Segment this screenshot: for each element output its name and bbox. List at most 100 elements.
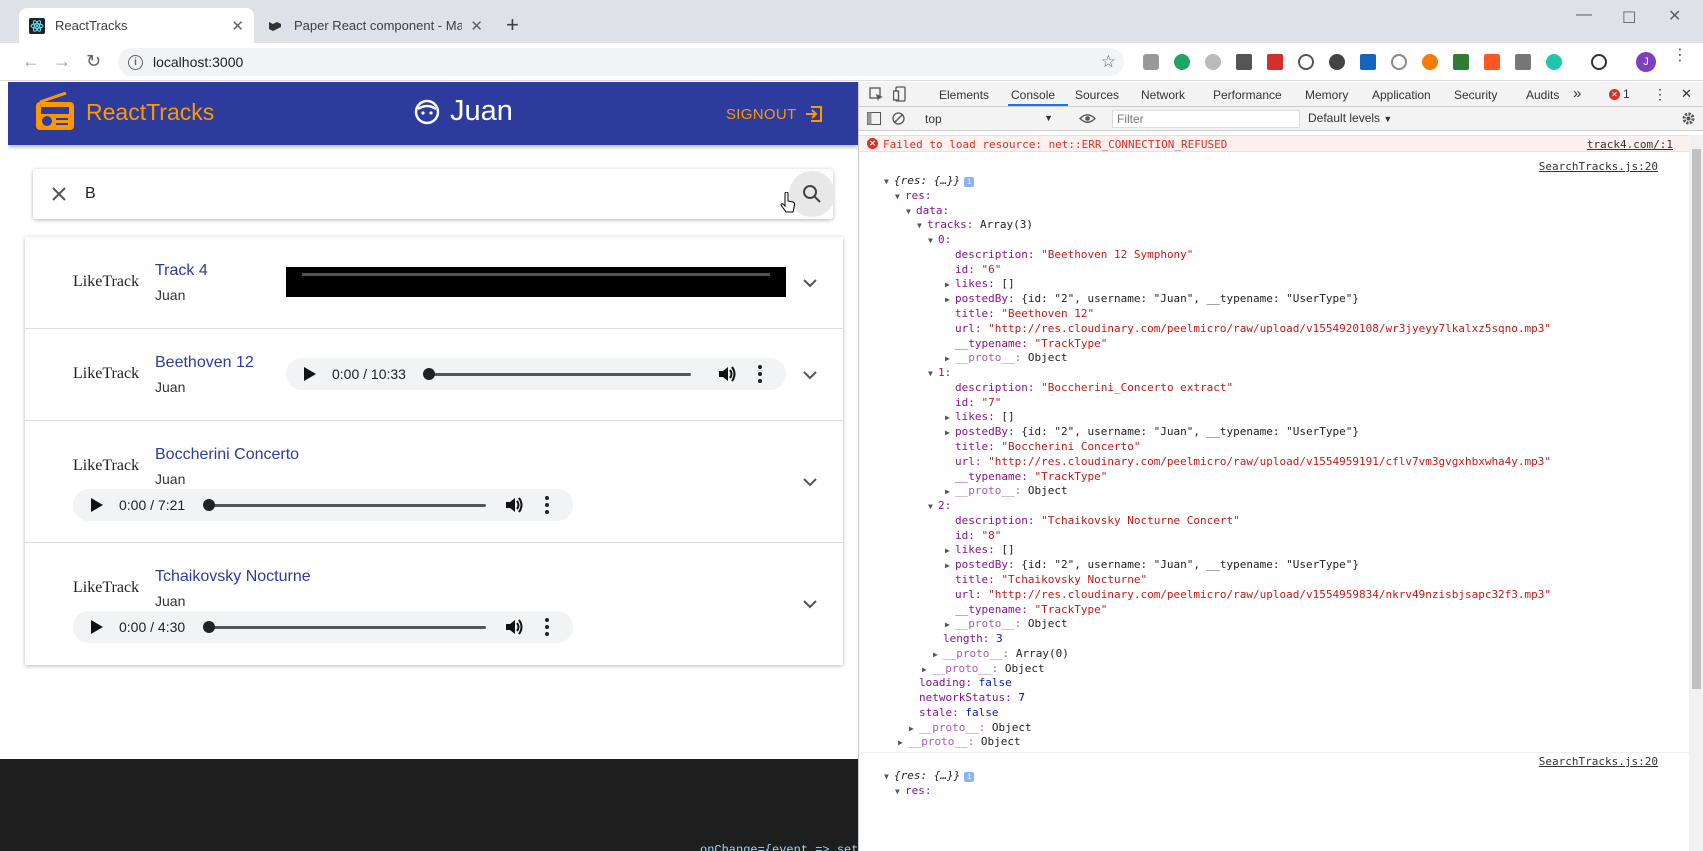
like-track[interactable]: LikeTrack bbox=[73, 457, 139, 475]
tree-node-index[interactable]: ▼ 1: bbox=[928, 365, 951, 382]
track-item[interactable]: LikeTrack Beethoven 12 Juan 0:00 / 10:33 bbox=[25, 329, 843, 421]
log-levels-select[interactable]: Default levels ▼ bbox=[1308, 111, 1392, 125]
extension-icon[interactable] bbox=[1546, 54, 1562, 70]
more-tabs-icon[interactable]: » bbox=[1573, 85, 1581, 102]
tab-audits[interactable]: Audits bbox=[1526, 88, 1559, 102]
tab-console[interactable]: Console bbox=[1011, 88, 1055, 102]
like-track[interactable]: LikeTrack bbox=[73, 365, 139, 383]
gear-icon[interactable] bbox=[1681, 111, 1696, 126]
tree-node-proto[interactable]: ▶ __proto__: Object bbox=[898, 734, 1021, 751]
browser-menu-icon[interactable]: ⋮ bbox=[1672, 48, 1688, 64]
chevron-down-icon[interactable] bbox=[803, 370, 817, 380]
audio-player[interactable] bbox=[286, 267, 786, 297]
radio-icon[interactable] bbox=[34, 92, 76, 132]
address-bar[interactable]: i localhost:3000 ☆ bbox=[118, 48, 1124, 76]
tree-node-res[interactable]: ▼ res: bbox=[895, 783, 932, 800]
like-track[interactable]: LikeTrack bbox=[73, 579, 139, 597]
track-item[interactable]: LikeTrack Boccherini Concerto Juan 0:00 … bbox=[25, 421, 843, 543]
tab-sources[interactable]: Sources bbox=[1075, 88, 1119, 102]
seek-bar[interactable] bbox=[206, 504, 486, 507]
minimize-icon[interactable]: — bbox=[1576, 6, 1592, 24]
track-item[interactable]: LikeTrack Track 4 Juan bbox=[25, 237, 843, 329]
app-brand[interactable]: ReactTracks bbox=[86, 99, 214, 126]
chevron-down-icon[interactable] bbox=[803, 477, 817, 487]
more-options-icon[interactable] bbox=[545, 496, 549, 517]
more-options-icon[interactable] bbox=[545, 618, 549, 639]
volume-icon[interactable] bbox=[505, 619, 523, 635]
track-title[interactable]: Track 4 bbox=[155, 262, 208, 280]
audio-player[interactable]: 0:00 / 10:33 bbox=[286, 358, 786, 390]
extension-icon[interactable] bbox=[1360, 54, 1376, 70]
console-filter-input[interactable] bbox=[1112, 110, 1300, 128]
tree-node-proto[interactable]: ▶ __proto__: Object bbox=[945, 350, 1068, 367]
track-title[interactable]: Beethoven 12 bbox=[155, 354, 254, 372]
extension-icon[interactable] bbox=[1143, 54, 1159, 70]
tab-material-ui[interactable]: Paper React component - Materi ✕ bbox=[258, 8, 493, 43]
source-link[interactable]: SearchTracks.js:20 bbox=[1539, 159, 1658, 175]
more-options-icon[interactable] bbox=[758, 365, 762, 386]
devtools-menu-icon[interactable]: ⋮ bbox=[1653, 86, 1667, 103]
reload-icon[interactable]: ↻ bbox=[86, 51, 101, 71]
extension-icon[interactable] bbox=[1484, 54, 1500, 70]
source-link[interactable]: SearchTracks.js:20 bbox=[1539, 754, 1658, 770]
play-icon[interactable] bbox=[91, 620, 103, 634]
tab-reacttracks[interactable]: ReactTracks ✕ bbox=[19, 8, 254, 43]
sidebar-toggle-icon[interactable] bbox=[867, 112, 881, 125]
chevron-down-icon[interactable] bbox=[803, 278, 817, 288]
play-icon[interactable] bbox=[91, 498, 103, 512]
info-icon[interactable]: i bbox=[128, 54, 143, 70]
seek-handle[interactable] bbox=[423, 368, 435, 380]
close-window-icon[interactable]: ✕ bbox=[1668, 6, 1681, 26]
tab-memory[interactable]: Memory bbox=[1305, 88, 1348, 102]
extension-icon[interactable] bbox=[1329, 54, 1345, 70]
bookmark-star-icon[interactable]: ☆ bbox=[1101, 52, 1116, 72]
clear-console-icon[interactable] bbox=[892, 112, 905, 125]
grammarly-icon[interactable] bbox=[1174, 54, 1190, 70]
eye-icon[interactable] bbox=[1079, 113, 1096, 124]
tab-application[interactable]: Application bbox=[1372, 88, 1431, 102]
new-tab-button[interactable]: + bbox=[506, 14, 519, 36]
forward-icon[interactable]: → bbox=[53, 51, 71, 71]
inspect-icon[interactable] bbox=[869, 87, 884, 102]
error-counter[interactable]: ✕ 1 bbox=[1609, 87, 1630, 101]
tab-performance[interactable]: Performance bbox=[1213, 88, 1282, 102]
seek-handle[interactable] bbox=[203, 499, 215, 511]
error-source-link[interactable]: track4.com/:1 bbox=[1587, 138, 1673, 151]
track-title[interactable]: Boccherini Concerto bbox=[155, 446, 299, 464]
maximize-icon[interactable]: ☐ bbox=[1622, 8, 1636, 28]
volume-icon[interactable] bbox=[718, 366, 736, 382]
extension-icon[interactable] bbox=[1453, 54, 1469, 70]
device-toggle-icon[interactable] bbox=[893, 86, 907, 102]
audio-player[interactable]: 0:00 / 7:21 bbox=[73, 489, 573, 521]
back-icon[interactable]: ← bbox=[22, 51, 40, 71]
extension-icon[interactable] bbox=[1236, 54, 1252, 70]
tab-network[interactable]: Network bbox=[1141, 88, 1185, 102]
extension-icon[interactable] bbox=[1267, 54, 1283, 70]
extension-icon[interactable] bbox=[1391, 54, 1407, 70]
extension-icon[interactable] bbox=[1205, 54, 1221, 70]
audio-player[interactable]: 0:00 / 4:30 bbox=[73, 611, 573, 643]
extension-icon[interactable] bbox=[1591, 54, 1607, 70]
tab-security[interactable]: Security bbox=[1454, 88, 1497, 102]
tab-elements[interactable]: Elements bbox=[939, 88, 989, 102]
context-select[interactable]: top ▼ bbox=[921, 109, 1057, 128]
chevron-down-icon[interactable] bbox=[803, 599, 817, 609]
tree-node-index[interactable]: ▼ 2: bbox=[928, 498, 951, 515]
track-title[interactable]: Tchaikovsky Nocturne bbox=[155, 568, 311, 586]
seek-bar[interactable] bbox=[426, 373, 691, 376]
like-track[interactable]: LikeTrack bbox=[73, 273, 139, 291]
extension-icon[interactable] bbox=[1298, 54, 1314, 70]
current-user-name[interactable]: Juan bbox=[450, 95, 513, 128]
close-icon[interactable]: ✕ bbox=[231, 17, 244, 35]
console-scrollbar[interactable] bbox=[1689, 135, 1703, 851]
profile-avatar[interactable]: J bbox=[1636, 52, 1656, 72]
track-item[interactable]: LikeTrack Tchaikovsky Nocturne Juan 0:00… bbox=[25, 543, 843, 665]
close-devtools-icon[interactable]: ✕ bbox=[1681, 86, 1692, 102]
seek-bar[interactable] bbox=[206, 626, 486, 629]
seek-handle[interactable] bbox=[203, 621, 215, 633]
clear-icon[interactable] bbox=[49, 184, 69, 204]
tree-node-index[interactable]: ▼ 0: bbox=[928, 232, 951, 249]
search-input[interactable] bbox=[85, 181, 725, 207]
scrollbar-thumb[interactable] bbox=[1692, 149, 1701, 689]
extension-icon[interactable] bbox=[1515, 54, 1531, 70]
